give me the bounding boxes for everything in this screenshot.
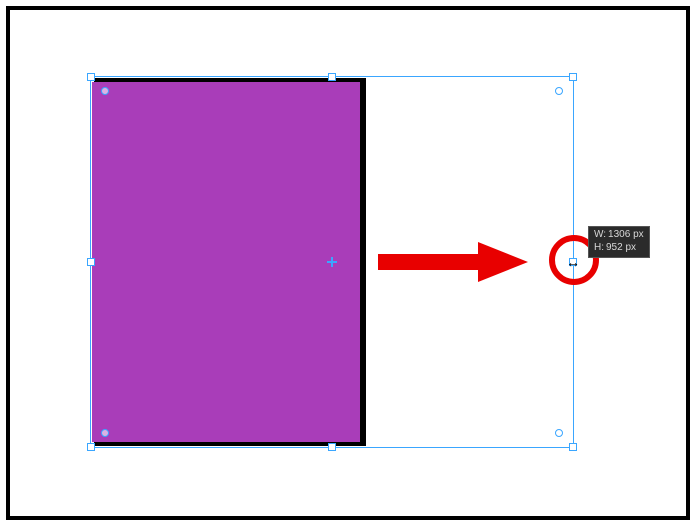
transform-dimensions-tooltip: W:1306 px H:952 px xyxy=(588,226,650,258)
screenshot-frame: ↔ W:1306 px H:952 px xyxy=(6,6,690,520)
free-transform-bounding-box[interactable] xyxy=(90,76,574,448)
tooltip-width-value: 1306 px xyxy=(608,229,644,240)
transform-handle-top-left[interactable] xyxy=(87,73,95,81)
reference-point-top-right xyxy=(555,87,563,95)
transform-handle-middle-left[interactable] xyxy=(87,258,95,266)
reference-point-bottom-left xyxy=(101,429,109,437)
reference-point-bottom-right xyxy=(555,429,563,437)
tooltip-height-label: H: xyxy=(594,242,604,253)
tooltip-height-value: 952 px xyxy=(606,242,636,253)
transform-handle-bottom-right[interactable] xyxy=(569,443,577,451)
transform-handle-middle-right[interactable] xyxy=(569,258,577,266)
transform-center-crosshair[interactable] xyxy=(327,257,337,267)
canvas[interactable]: ↔ W:1306 px H:952 px xyxy=(10,10,686,516)
reference-point-top-left xyxy=(101,87,109,95)
transform-handle-top-middle[interactable] xyxy=(328,73,336,81)
tooltip-width-label: W: xyxy=(594,229,606,240)
transform-handle-bottom-left[interactable] xyxy=(87,443,95,451)
transform-handle-top-right[interactable] xyxy=(569,73,577,81)
transform-handle-bottom-middle[interactable] xyxy=(328,443,336,451)
